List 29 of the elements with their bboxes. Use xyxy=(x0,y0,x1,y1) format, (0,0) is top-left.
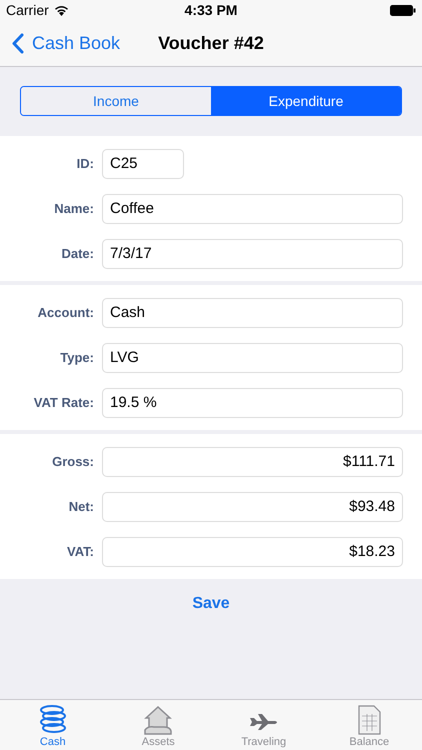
field-label: VAT: xyxy=(66,544,94,559)
field-label: Account: xyxy=(36,305,94,320)
wifi-icon xyxy=(54,4,69,16)
tab-item[interactable]: Cash xyxy=(0,700,106,750)
input-field[interactable]: LVG xyxy=(102,342,403,372)
input-field[interactable]: 19.5 % xyxy=(102,388,403,418)
carrier-label: Carrier xyxy=(6,2,49,18)
segment-tab[interactable]: Expenditure xyxy=(211,87,401,115)
input-field[interactable]: $18.23 xyxy=(102,536,403,566)
input-field[interactable]: Coffee xyxy=(102,194,403,224)
input-field[interactable]: $111.71 xyxy=(102,446,403,476)
input-field[interactable]: Cash xyxy=(102,298,403,328)
field-label: Gross: xyxy=(51,454,94,469)
house-car-icon xyxy=(142,704,174,736)
back-chevron-icon xyxy=(12,32,24,54)
back-button[interactable]: Cash Book xyxy=(0,32,120,54)
field-label: Type: xyxy=(59,350,94,365)
input-field[interactable]: 7/3/17 xyxy=(102,238,403,268)
input-field[interactable]: $93.48 xyxy=(102,492,403,522)
nav-title: Voucher #42 xyxy=(158,32,264,54)
input-field[interactable]: C25 xyxy=(102,148,184,178)
field-label: Name: xyxy=(53,201,94,216)
field-label: Net: xyxy=(68,499,94,514)
field-label: ID: xyxy=(76,156,94,171)
field-label: Date: xyxy=(60,246,94,261)
save-button[interactable]: Save xyxy=(186,594,236,614)
status-time: 4:33 PM xyxy=(184,2,238,18)
field-label: VAT Rate: xyxy=(32,395,94,410)
battery-icon xyxy=(390,4,416,16)
